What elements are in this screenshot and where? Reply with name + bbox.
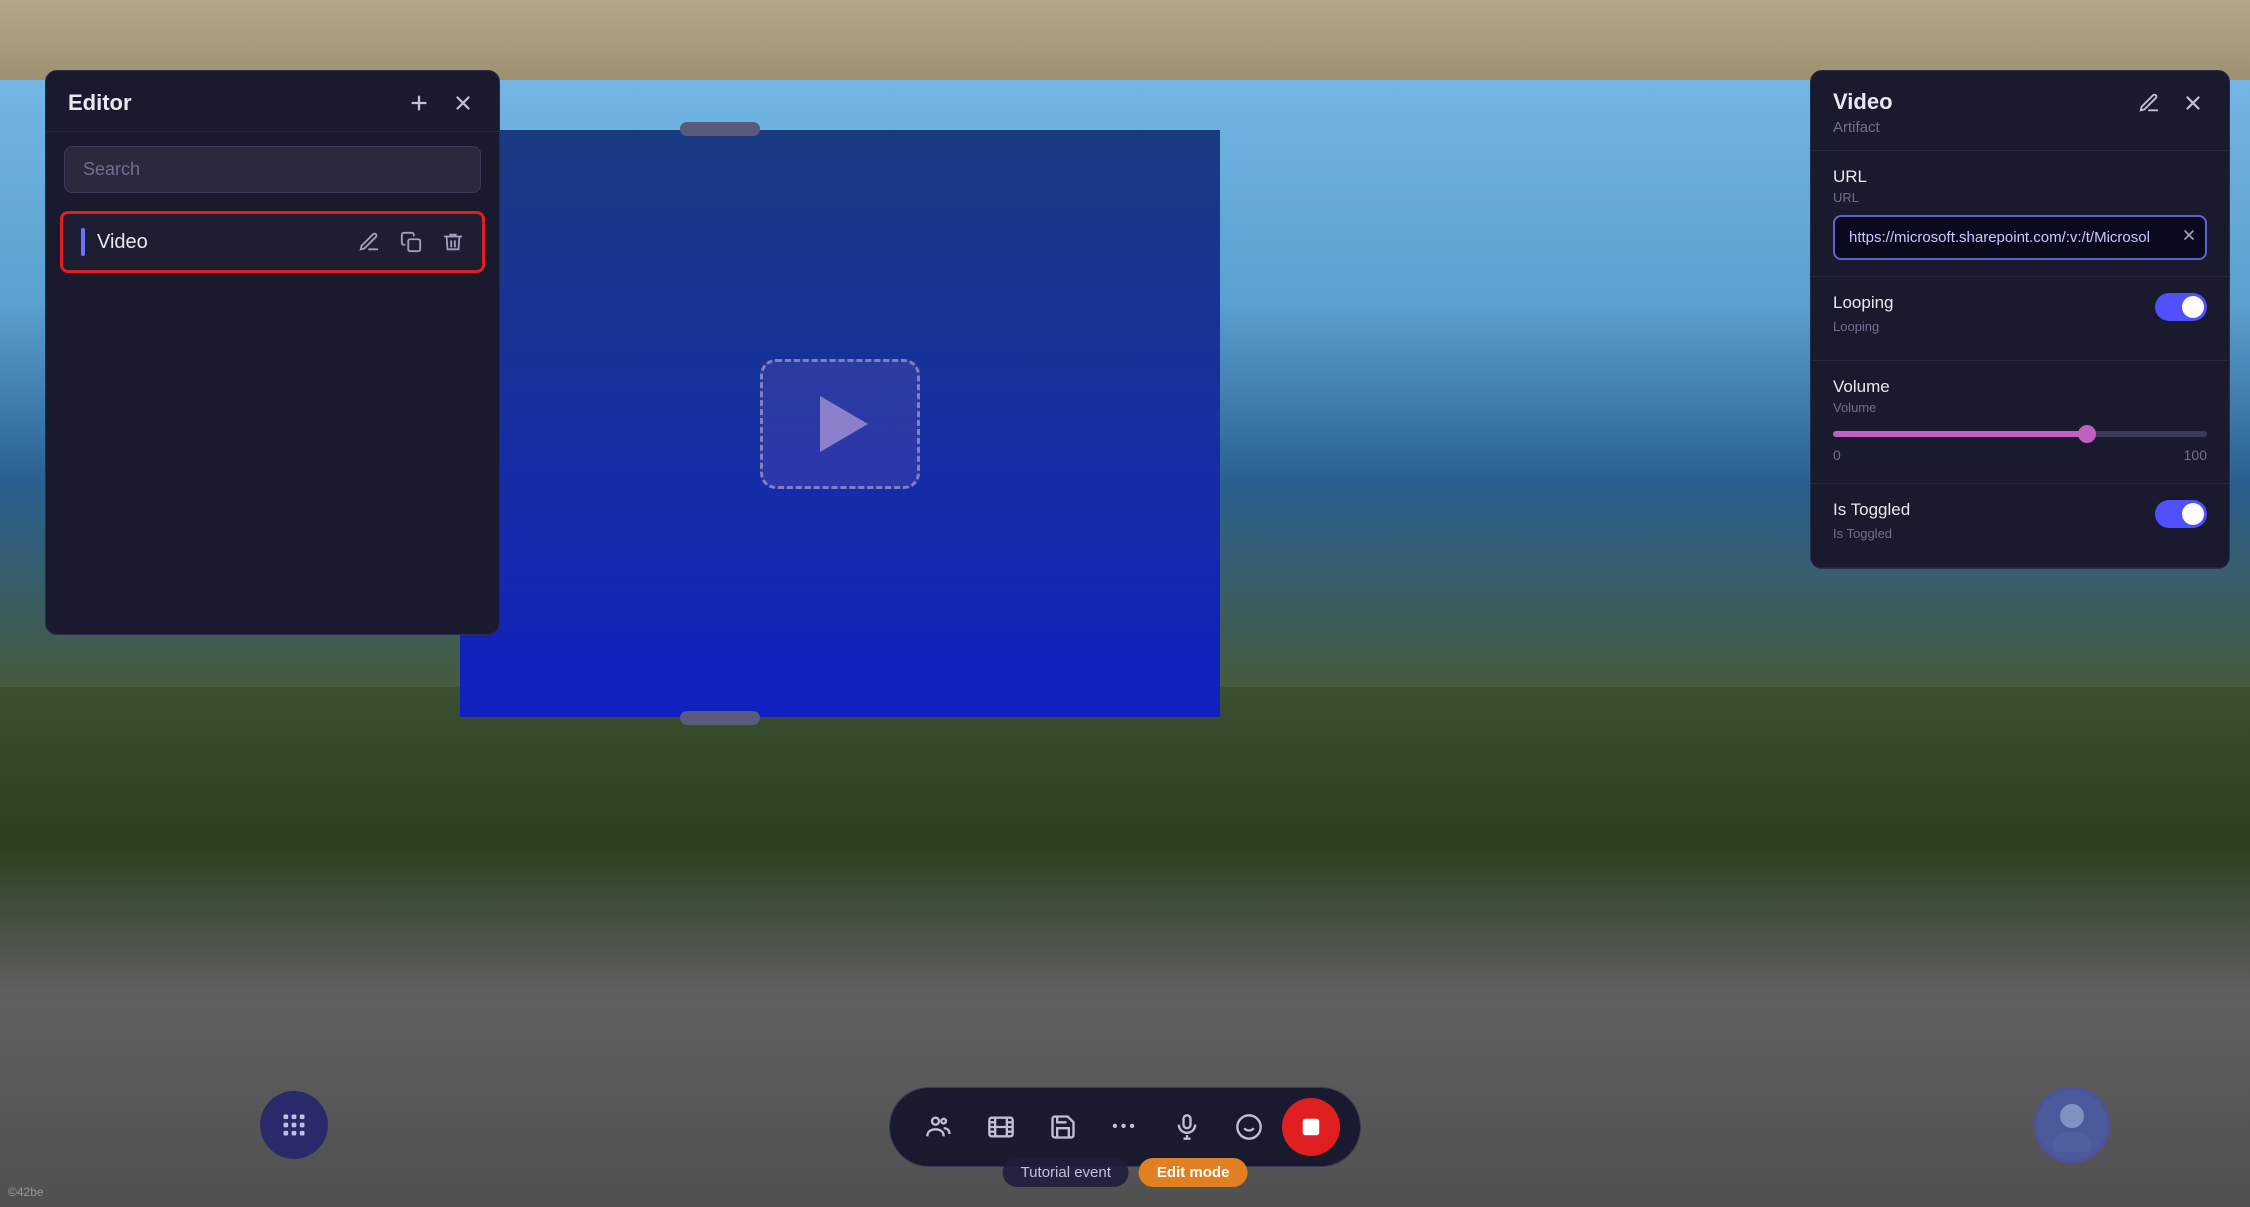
artifact-subtitle: Artifact xyxy=(1833,119,1893,136)
is-toggled-section: Is Toggled Is Toggled xyxy=(1811,484,2229,568)
trash-icon xyxy=(442,231,464,253)
save-icon xyxy=(1049,1113,1077,1141)
volume-thumb[interactable] xyxy=(2078,425,2096,443)
url-input-container xyxy=(1833,215,2207,260)
editor-header-actions xyxy=(405,89,477,117)
plus-icon xyxy=(408,92,430,114)
artifact-header-actions xyxy=(2135,89,2207,117)
edit-mode-badge: Edit mode xyxy=(1139,1158,1248,1187)
more-dots-icon: ••• xyxy=(1112,1118,1138,1136)
volume-label: Volume xyxy=(1833,377,2207,397)
video-edit-button[interactable] xyxy=(358,231,380,253)
avatar-image xyxy=(2045,1098,2099,1152)
looping-label-group: Looping Looping xyxy=(1833,293,1894,344)
artifact-title: Video xyxy=(1833,89,1893,115)
editor-title: Editor xyxy=(68,90,132,116)
looping-label: Looping xyxy=(1833,293,1894,313)
volume-section: Volume Volume 0 100 xyxy=(1811,361,2229,484)
search-input[interactable] xyxy=(64,146,481,193)
volume-min-label: 0 xyxy=(1833,447,1841,463)
taskbar-mic-button[interactable] xyxy=(1158,1098,1216,1156)
video-list-item[interactable]: Video xyxy=(60,211,485,273)
is-toggled-sublabel: Is Toggled xyxy=(1833,526,1910,541)
volume-sublabel: Volume xyxy=(1833,400,2207,415)
volume-track xyxy=(1833,431,2207,437)
video-scrollbar-top[interactable] xyxy=(680,122,760,136)
url-input[interactable] xyxy=(1833,215,2207,260)
taskbar-more-button[interactable]: ••• xyxy=(1096,1098,1154,1156)
is-toggled-label-group: Is Toggled Is Toggled xyxy=(1833,500,1910,551)
video-item-left: Video xyxy=(81,228,148,256)
url-clear-button[interactable] xyxy=(2181,227,2197,248)
artifact-close-button[interactable] xyxy=(2179,89,2207,117)
copyright-text: ©42be xyxy=(8,1185,44,1199)
video-item-indicator xyxy=(81,228,85,256)
is-toggled-label: Is Toggled xyxy=(1833,500,1910,520)
video-item-label: Video xyxy=(97,231,148,254)
taskbar-save-button[interactable] xyxy=(1034,1098,1092,1156)
looping-sublabel: Looping xyxy=(1833,319,1894,334)
editor-header: Editor xyxy=(46,71,499,132)
user-avatar[interactable] xyxy=(2034,1087,2110,1163)
taskbar-record-button[interactable] xyxy=(1282,1098,1340,1156)
artifact-edit-button[interactable] xyxy=(2135,89,2163,117)
people-icon xyxy=(925,1113,953,1141)
emoji-icon xyxy=(1235,1113,1263,1141)
url-sublabel: URL xyxy=(1833,190,2207,205)
taskbar-emoji-button[interactable] xyxy=(1220,1098,1278,1156)
play-triangle-icon xyxy=(820,396,868,452)
url-clear-icon xyxy=(2181,227,2197,243)
artifact-edit-icon xyxy=(2138,92,2160,114)
video-display-area xyxy=(460,130,1220,717)
is-toggled-toggle[interactable] xyxy=(2155,500,2207,528)
artifact-close-icon xyxy=(2182,92,2204,114)
wood-top-decoration xyxy=(0,0,2250,80)
editor-panel: Editor Video xyxy=(45,70,500,635)
video-scrollbar-bottom[interactable] xyxy=(680,711,760,725)
video-play-area[interactable] xyxy=(760,359,920,489)
video-delete-button[interactable] xyxy=(442,231,464,253)
volume-max-label: 100 xyxy=(2184,447,2207,463)
artifact-panel: Video Artifact URL URL xyxy=(1810,70,2230,569)
looping-toggle[interactable] xyxy=(2155,293,2207,321)
taskbar: ••• xyxy=(889,1087,1361,1167)
status-bar: Tutorial event Edit mode xyxy=(1003,1158,1248,1187)
taskbar-film-button[interactable] xyxy=(972,1098,1030,1156)
url-section: URL URL xyxy=(1811,151,2229,277)
artifact-title-group: Video Artifact xyxy=(1833,89,1893,136)
copy-icon xyxy=(400,231,422,253)
close-icon xyxy=(452,92,474,114)
url-label: URL xyxy=(1833,167,2207,187)
grid-icon xyxy=(280,1111,308,1139)
volume-fill xyxy=(1833,431,2087,437)
search-container xyxy=(46,132,499,207)
record-icon xyxy=(1300,1116,1322,1138)
mic-icon xyxy=(1173,1113,1201,1141)
looping-section: Looping Looping xyxy=(1811,277,2229,361)
editor-close-button[interactable] xyxy=(449,89,477,117)
artifact-header: Video Artifact xyxy=(1811,71,2229,151)
grid-button[interactable] xyxy=(260,1091,328,1159)
taskbar-people-button[interactable] xyxy=(910,1098,968,1156)
video-copy-button[interactable] xyxy=(400,231,422,253)
video-item-actions xyxy=(358,231,464,253)
volume-slider-container: 0 100 xyxy=(1833,431,2207,463)
edit-icon xyxy=(358,231,380,253)
film-icon xyxy=(987,1113,1015,1141)
volume-labels: 0 100 xyxy=(1833,447,2207,463)
editor-add-button[interactable] xyxy=(405,89,433,117)
event-status-badge: Tutorial event xyxy=(1003,1158,1129,1187)
